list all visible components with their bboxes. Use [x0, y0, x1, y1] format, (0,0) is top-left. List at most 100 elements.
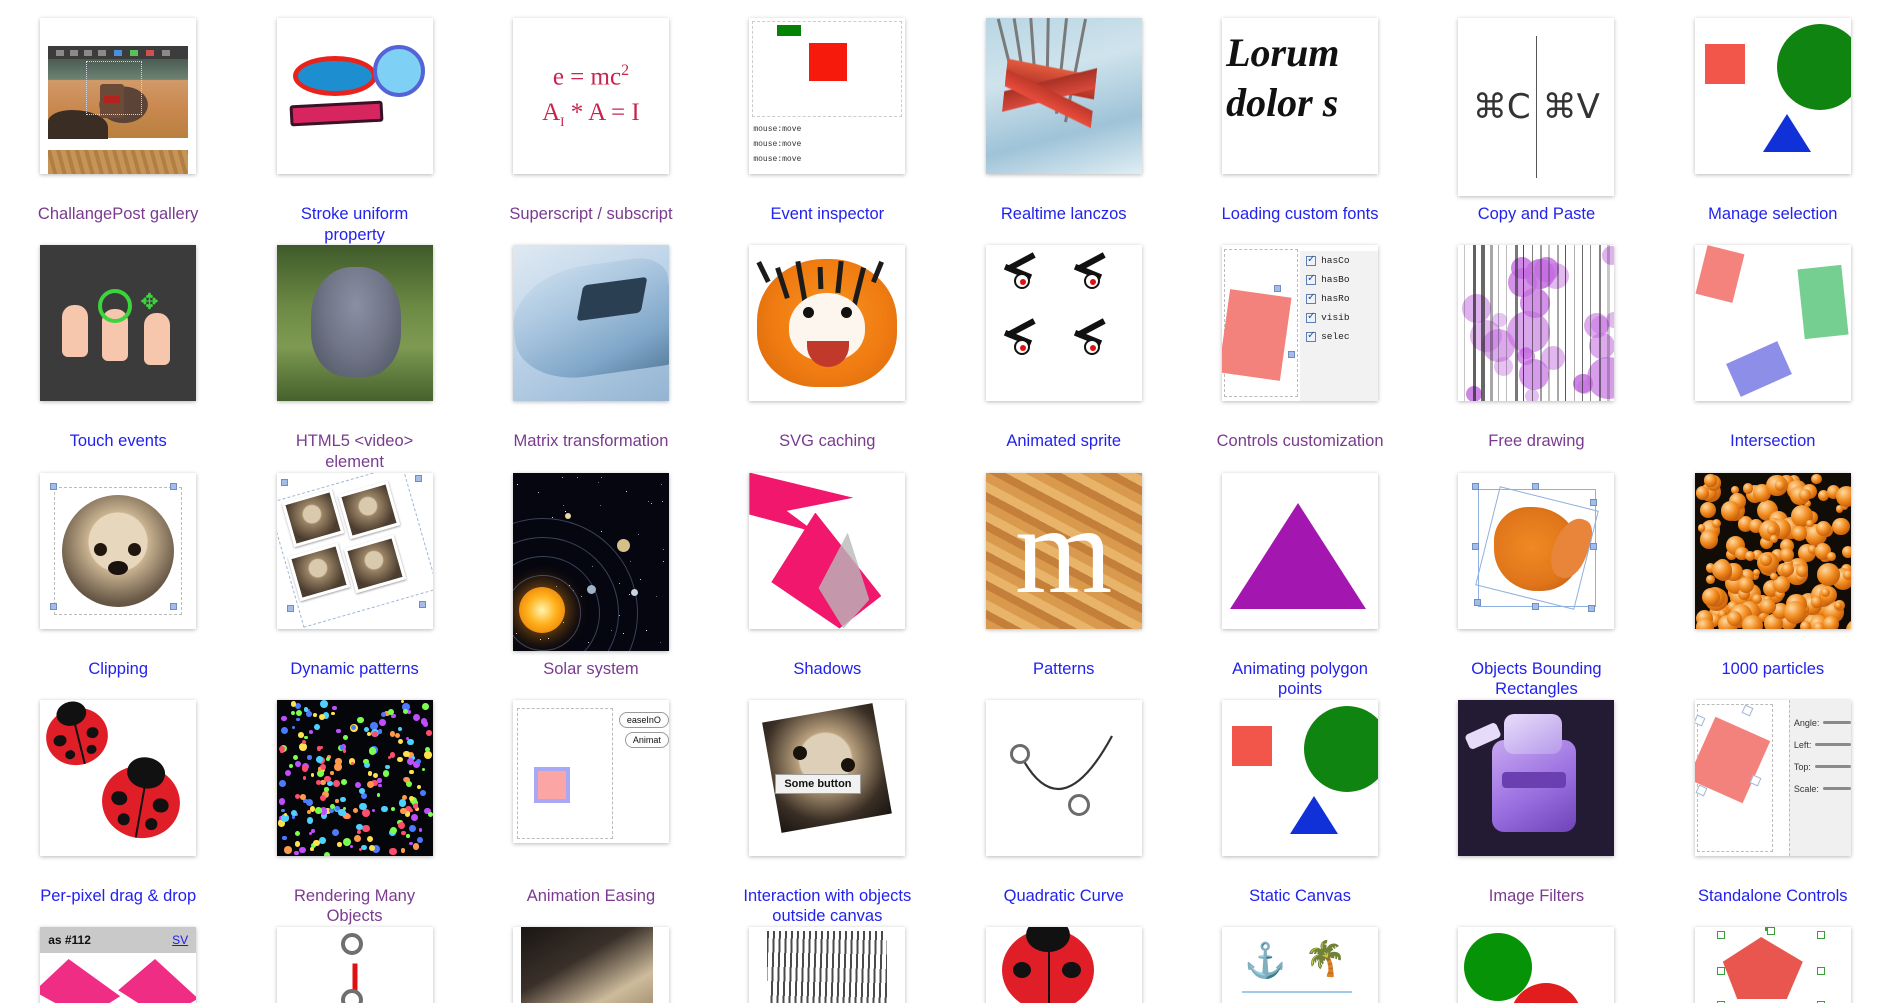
demo-thumbnail-superscript-subscript[interactable]: e = mc2 AI * A = I	[512, 18, 669, 174]
control-handle[interactable]	[170, 482, 178, 490]
demo-link[interactable]: Interaction with objects outside canvas	[742, 886, 912, 927]
control-handle[interactable]	[170, 602, 178, 610]
green-rect[interactable]	[777, 25, 802, 36]
property-slider[interactable]	[1815, 743, 1851, 747]
demo-thumbnail-particles[interactable]	[1694, 472, 1851, 629]
control-handle[interactable]	[1590, 498, 1598, 506]
demo-thumbnail-shadows[interactable]	[749, 472, 906, 629]
control-handle[interactable]	[1716, 967, 1725, 975]
control-handle[interactable]	[1532, 482, 1540, 490]
property-slider[interactable]	[1822, 787, 1851, 791]
demo-thumbnail-standalone-controls[interactable]: Angle: Left: Top: Scale:	[1694, 699, 1851, 856]
purple-polygon[interactable]	[1230, 502, 1367, 609]
demo-link[interactable]: Touch events	[33, 431, 203, 452]
svg-link[interactable]: SV	[172, 933, 188, 947]
demo-link[interactable]: Standalone Controls	[1688, 886, 1858, 907]
demo-link[interactable]: Controls customization	[1215, 431, 1385, 452]
demo-thumbnail-pug-photo[interactable]	[512, 927, 669, 1003]
canvas-pane-left[interactable]	[40, 953, 121, 1003]
demo-thumbnail-dynamic-patterns[interactable]	[276, 472, 433, 629]
graph-node[interactable]	[340, 989, 363, 1003]
group-shape[interactable]	[1722, 937, 1803, 999]
toolbar-icon[interactable]	[70, 50, 79, 56]
control-handle[interactable]	[1472, 482, 1480, 490]
demo-link[interactable]: Per-pixel drag & drop	[33, 886, 203, 907]
demo-link[interactable]: Objects Bounding Rectangles	[1451, 659, 1621, 700]
checkbox-icon[interactable]	[1306, 254, 1317, 266]
control-handle[interactable]	[1816, 967, 1825, 975]
control-handle[interactable]	[1716, 931, 1725, 939]
demo-thumbnail-touch-events[interactable]: ✥	[40, 245, 197, 402]
toolbar-icon[interactable]	[56, 50, 65, 56]
checkbox-row[interactable]: hasBo	[1300, 270, 1378, 289]
control-handle[interactable]	[286, 604, 294, 612]
demo-thumbnail-custom-fonts[interactable]: Lorum dolor s	[1222, 18, 1379, 174]
demo-thumbnail-patterns[interactable]: m	[985, 472, 1142, 629]
demo-thumbnail-copy-paste[interactable]: ⌘C ⌘V	[1458, 18, 1615, 196]
demo-link[interactable]: Superscript / subscript	[506, 204, 676, 225]
control-handle[interactable]	[280, 478, 288, 486]
demo-link[interactable]: Realtime lanczos	[979, 204, 1149, 225]
control-handle[interactable]	[1274, 285, 1282, 293]
control-handle[interactable]	[1288, 351, 1296, 359]
inspector-canvas[interactable]	[752, 21, 903, 117]
demo-thumbnail-solar-system[interactable]	[512, 472, 669, 651]
graph-node[interactable]	[340, 933, 363, 955]
red-rect[interactable]	[809, 43, 848, 81]
demo-link[interactable]: Intersection	[1688, 431, 1858, 452]
ladybug[interactable]	[40, 699, 115, 772]
demo-thumbnail-image-filters[interactable]	[1458, 699, 1615, 856]
control-handle[interactable]	[418, 600, 426, 608]
control-handle[interactable]	[50, 482, 58, 490]
demo-thumbnail-bounding-rects[interactable]	[1458, 472, 1615, 629]
demo-link[interactable]: Free drawing	[1451, 431, 1621, 452]
demo-link[interactable]: Rendering Many Objects	[270, 886, 440, 927]
demo-thumbnail-event-inspector[interactable]: mouse:move mouse:move mouse:move	[749, 18, 906, 174]
property-row[interactable]: Left:	[1790, 734, 1851, 756]
demo-thumbnail-bw-portrait[interactable]	[749, 927, 906, 1003]
property-slider[interactable]	[1814, 765, 1851, 769]
demo-link[interactable]: Animation Easing	[506, 886, 676, 907]
demo-link[interactable]: Animated sprite	[979, 431, 1149, 452]
demo-thumbnail-animated-sprite[interactable]	[985, 245, 1142, 402]
property-row[interactable]: Top:	[1790, 756, 1851, 778]
demo-link[interactable]: Copy and Paste	[1451, 204, 1621, 225]
checkbox-icon[interactable]	[1306, 273, 1317, 285]
pink-rectangle[interactable]	[1222, 289, 1292, 382]
toolbar-icon[interactable]	[98, 50, 107, 56]
demo-thumbnail-group-controls[interactable]	[1694, 927, 1851, 1003]
canvas-pane-right[interactable]	[118, 953, 197, 1003]
some-button[interactable]: Some button	[775, 773, 861, 794]
demo-thumbnail-html5-video[interactable]	[276, 245, 433, 402]
easing-button[interactable]: easeInO	[618, 711, 669, 728]
control-handle[interactable]	[1472, 542, 1480, 550]
checkbox-row[interactable]: visib	[1300, 308, 1378, 327]
demo-link[interactable]: Event inspector	[742, 204, 912, 225]
selection-rectangle[interactable]	[86, 61, 143, 115]
demo-link[interactable]: Matrix transformation	[506, 431, 676, 452]
easing-canvas[interactable]	[516, 707, 613, 839]
pug-image[interactable]	[762, 702, 893, 833]
clipped-pug-image[interactable]	[62, 494, 175, 607]
demo-thumbnail-stroke-uniform[interactable]	[276, 18, 433, 174]
demo-thumbnail-canvas-112[interactable]: as #112 SV	[40, 927, 197, 1003]
demo-thumbnail-per-pixel-drag[interactable]	[40, 699, 197, 856]
demo-link[interactable]: Stroke uniform property	[270, 204, 440, 245]
demo-link[interactable]: Image Filters	[1451, 886, 1621, 907]
control-handle[interactable]	[414, 474, 422, 482]
demo-link[interactable]: Loading custom fonts	[1215, 204, 1385, 225]
demo-thumbnail-manage-selection[interactable]	[1694, 18, 1851, 174]
demo-thumbnail-green-red-circles[interactable]	[1458, 927, 1615, 1003]
control-handle[interactable]	[1532, 602, 1540, 610]
demo-link[interactable]: HTML5 <video> element	[270, 431, 440, 472]
property-slider[interactable]	[1823, 721, 1851, 725]
demo-thumbnail-svg-caching[interactable]	[749, 245, 906, 402]
control-handle[interactable]	[1816, 931, 1825, 939]
demo-thumbnail-intersection[interactable]	[1694, 245, 1851, 402]
toolbar-icon[interactable]	[130, 50, 139, 56]
demo-thumbnail-interaction-outside[interactable]: Some button	[749, 699, 906, 856]
demo-thumbnail-static-canvas[interactable]	[1222, 699, 1379, 856]
toolbar-icon[interactable]	[162, 50, 171, 56]
demo-thumbnail-quadratic-curve[interactable]	[985, 699, 1142, 856]
demo-thumbnail-realtime-lanczos[interactable]	[985, 18, 1142, 174]
